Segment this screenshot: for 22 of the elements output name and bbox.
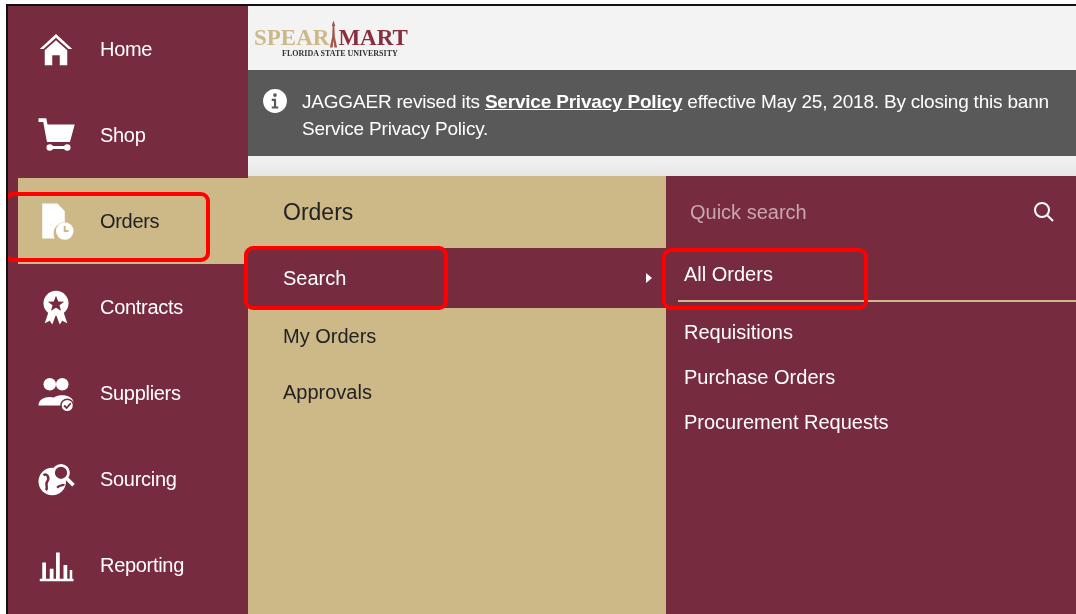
info-icon [262, 88, 288, 114]
submenu-title: Orders [282, 197, 355, 227]
menu-item[interactable]: Requisitions [666, 310, 1076, 355]
nav-item[interactable]: Reporting [8, 522, 248, 608]
logo: SPEAR MART FLORIDA STATE UNIVERSITY [254, 18, 408, 58]
submenu-item[interactable]: My Orders [248, 308, 666, 364]
notice-text: JAGGAER revised its Service Privacy Policy effective May 25, 2018. By closing this bann Service Privacy Policy. [302, 90, 1049, 141]
submenu-item[interactable]: Approvals [248, 364, 666, 420]
nav-item[interactable]: Suppliers [8, 350, 248, 436]
nav-item[interactable]: Orders [18, 178, 248, 264]
menu-item[interactable]: Procurement Requests [666, 400, 1076, 445]
search-field[interactable]: Quick search [688, 199, 1022, 225]
caret-icon [646, 273, 652, 283]
menu-item[interactable]: Purchase Orders [666, 355, 1076, 400]
search-icon[interactable] [1032, 200, 1056, 224]
nav-item[interactable]: Shop [8, 92, 248, 178]
menu-item[interactable]: All Orders [678, 248, 1076, 302]
nav-item[interactable]: Home [8, 6, 248, 92]
policy-link[interactable]: Service Privacy Policy [484, 91, 683, 112]
nav-item[interactable]: Contracts [8, 264, 248, 350]
submenu-item[interactable]: Search [248, 248, 666, 308]
nav-item[interactable]: Sourcing [8, 436, 248, 522]
